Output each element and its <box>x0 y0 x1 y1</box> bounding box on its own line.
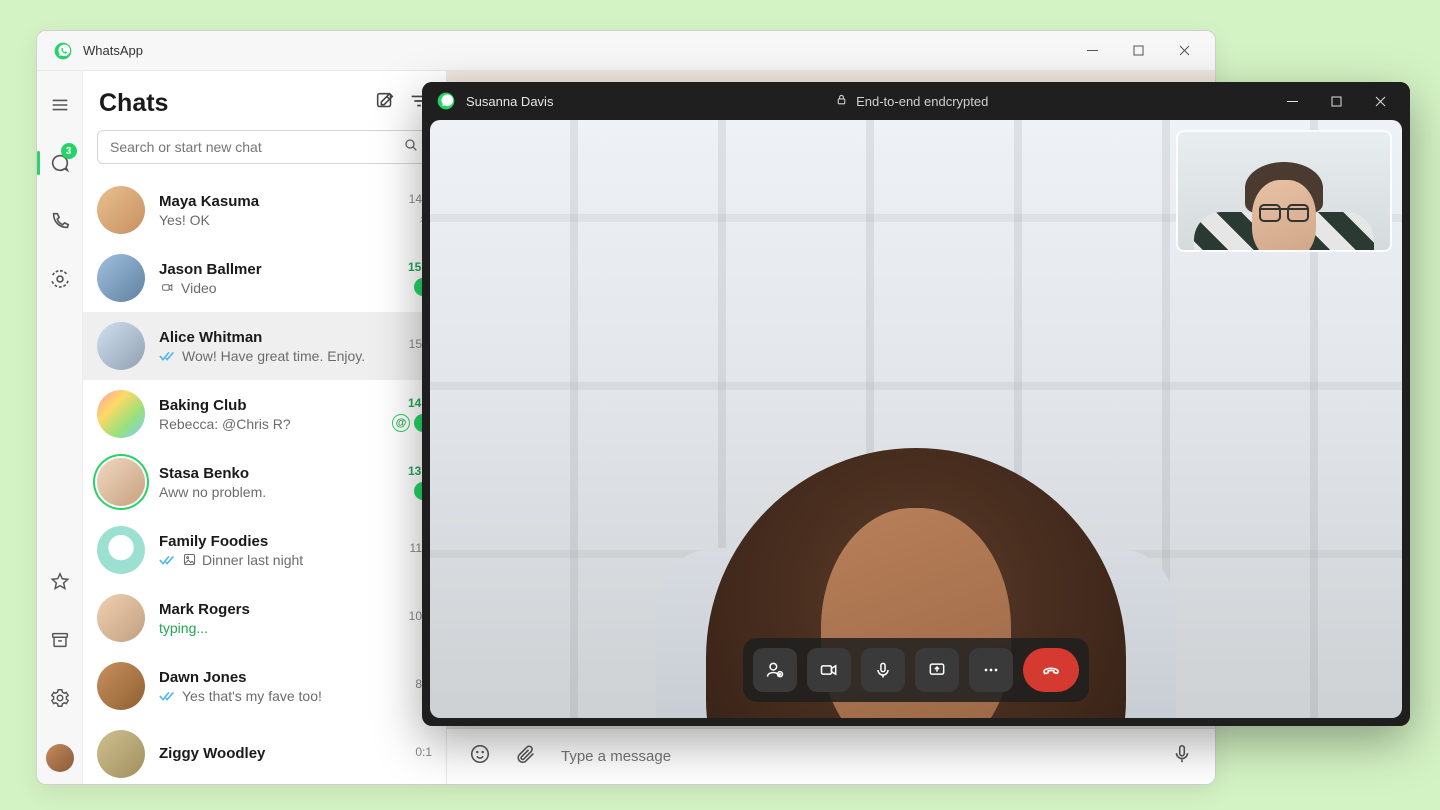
chat-preview: Aww no problem. <box>159 484 394 500</box>
chats-header: Chats <box>83 71 446 130</box>
search-field-wrap[interactable] <box>97 130 432 164</box>
chat-time: 0:1 <box>415 745 432 759</box>
chat-preview: Dinner last night <box>159 552 396 568</box>
minimize-button[interactable] <box>1069 31 1115 71</box>
chat-preview: Yes! OK <box>159 212 395 228</box>
call-titlebar: Susanna Davis End-to-end endcrypted <box>422 82 1410 120</box>
call-maximize-button[interactable] <box>1314 82 1358 120</box>
self-preview[interactable] <box>1176 130 1392 252</box>
search-input[interactable] <box>110 139 403 155</box>
nav-chats[interactable]: 3 <box>37 145 83 181</box>
call-close-button[interactable] <box>1358 82 1402 120</box>
chat-name: Family Foodies <box>159 533 396 550</box>
call-participant-name: Susanna Davis <box>466 94 553 109</box>
chat-avatar <box>97 390 145 438</box>
chat-name: Alice Whitman <box>159 329 395 346</box>
search-row <box>83 130 446 176</box>
nav-rail: 3 <box>37 71 83 784</box>
add-participant-button[interactable] <box>753 648 797 692</box>
nav-settings[interactable] <box>37 680 83 716</box>
nav-calls[interactable] <box>37 203 83 239</box>
call-window: Susanna Davis End-to-end endcrypted <box>422 82 1410 726</box>
camera-toggle-button[interactable] <box>807 648 851 692</box>
chat-item[interactable]: Family FoodiesDinner last night11:2 <box>83 516 446 584</box>
nav-status[interactable] <box>37 261 83 297</box>
titlebar: WhatsApp <box>37 31 1215 71</box>
chats-panel: Chats Maya KasumaYes! OK14:5Jason Ballme… <box>83 71 447 784</box>
chats-title: Chats <box>99 89 362 118</box>
maximize-button[interactable] <box>1115 31 1161 71</box>
mention-badge: @ <box>392 414 410 432</box>
emoji-button[interactable] <box>469 743 491 770</box>
chat-avatar <box>97 662 145 710</box>
chat-preview: typing... <box>159 620 395 636</box>
chat-item[interactable]: Stasa BenkoAww no problem.13:5 <box>83 448 446 516</box>
chat-list[interactable]: Maya KasumaYes! OK14:5Jason BallmerVideo… <box>83 176 446 784</box>
chats-badge: 3 <box>61 143 77 159</box>
screenshare-button[interactable] <box>915 648 959 692</box>
attach-button[interactable] <box>515 743 537 770</box>
chat-avatar <box>97 322 145 370</box>
nav-starred[interactable] <box>37 564 83 600</box>
lock-icon <box>835 93 848 109</box>
chat-avatar <box>97 730 145 778</box>
chat-preview: Video <box>159 280 394 296</box>
menu-button[interactable] <box>37 87 83 123</box>
mic-toggle-button[interactable] <box>861 648 905 692</box>
chat-item[interactable]: Dawn JonesYes that's my fave too!8:3 <box>83 652 446 720</box>
encryption-indicator: End-to-end endcrypted <box>835 93 988 109</box>
close-button[interactable] <box>1161 31 1207 71</box>
call-controls <box>743 638 1089 702</box>
chat-item[interactable]: Maya KasumaYes! OK14:5 <box>83 176 446 244</box>
chat-avatar <box>97 186 145 234</box>
chat-name: Ziggy Woodley <box>159 745 401 762</box>
search-icon <box>403 137 419 158</box>
encryption-label: End-to-end endcrypted <box>856 94 988 109</box>
chat-avatar <box>97 254 145 302</box>
chat-preview: Wow! Have great time. Enjoy. <box>159 348 395 364</box>
chat-name: Maya Kasuma <box>159 193 395 210</box>
call-video-area <box>430 120 1402 718</box>
chat-name: Stasa Benko <box>159 465 394 482</box>
chat-name: Mark Rogers <box>159 601 395 618</box>
chat-item[interactable]: Alice Whitman Wow! Have great time. Enjoy… <box>83 312 446 380</box>
nav-archive[interactable] <box>37 622 83 658</box>
composer <box>447 728 1215 784</box>
whatsapp-logo-icon <box>53 41 73 61</box>
window-title: WhatsApp <box>83 43 143 58</box>
whatsapp-logo-icon <box>436 91 456 111</box>
chat-item[interactable]: Baking ClubRebecca: @Chris R?14:4@ <box>83 380 446 448</box>
chat-preview: Yes that's my fave too! <box>159 688 401 704</box>
chat-name: Baking Club <box>159 397 378 414</box>
chat-item[interactable]: Ziggy Woodley 0:1 <box>83 720 446 784</box>
nav-profile-avatar[interactable] <box>46 744 74 772</box>
call-minimize-button[interactable] <box>1270 82 1314 120</box>
chat-name: Dawn Jones <box>159 669 401 686</box>
chat-name: Jason Ballmer <box>159 261 394 278</box>
more-options-button[interactable] <box>969 648 1013 692</box>
chat-item[interactable]: Mark Rogerstyping...10:5 <box>83 584 446 652</box>
mic-button[interactable] <box>1171 743 1193 770</box>
new-chat-button[interactable] <box>374 90 396 117</box>
window-controls <box>1069 31 1207 71</box>
chat-avatar <box>97 594 145 642</box>
hangup-button[interactable] <box>1023 648 1079 692</box>
message-input[interactable] <box>561 748 1147 765</box>
chat-avatar <box>97 526 145 574</box>
chat-avatar <box>97 458 145 506</box>
chat-item[interactable]: Jason BallmerVideo15:2 <box>83 244 446 312</box>
chat-preview: Rebecca: @Chris R? <box>159 416 378 432</box>
